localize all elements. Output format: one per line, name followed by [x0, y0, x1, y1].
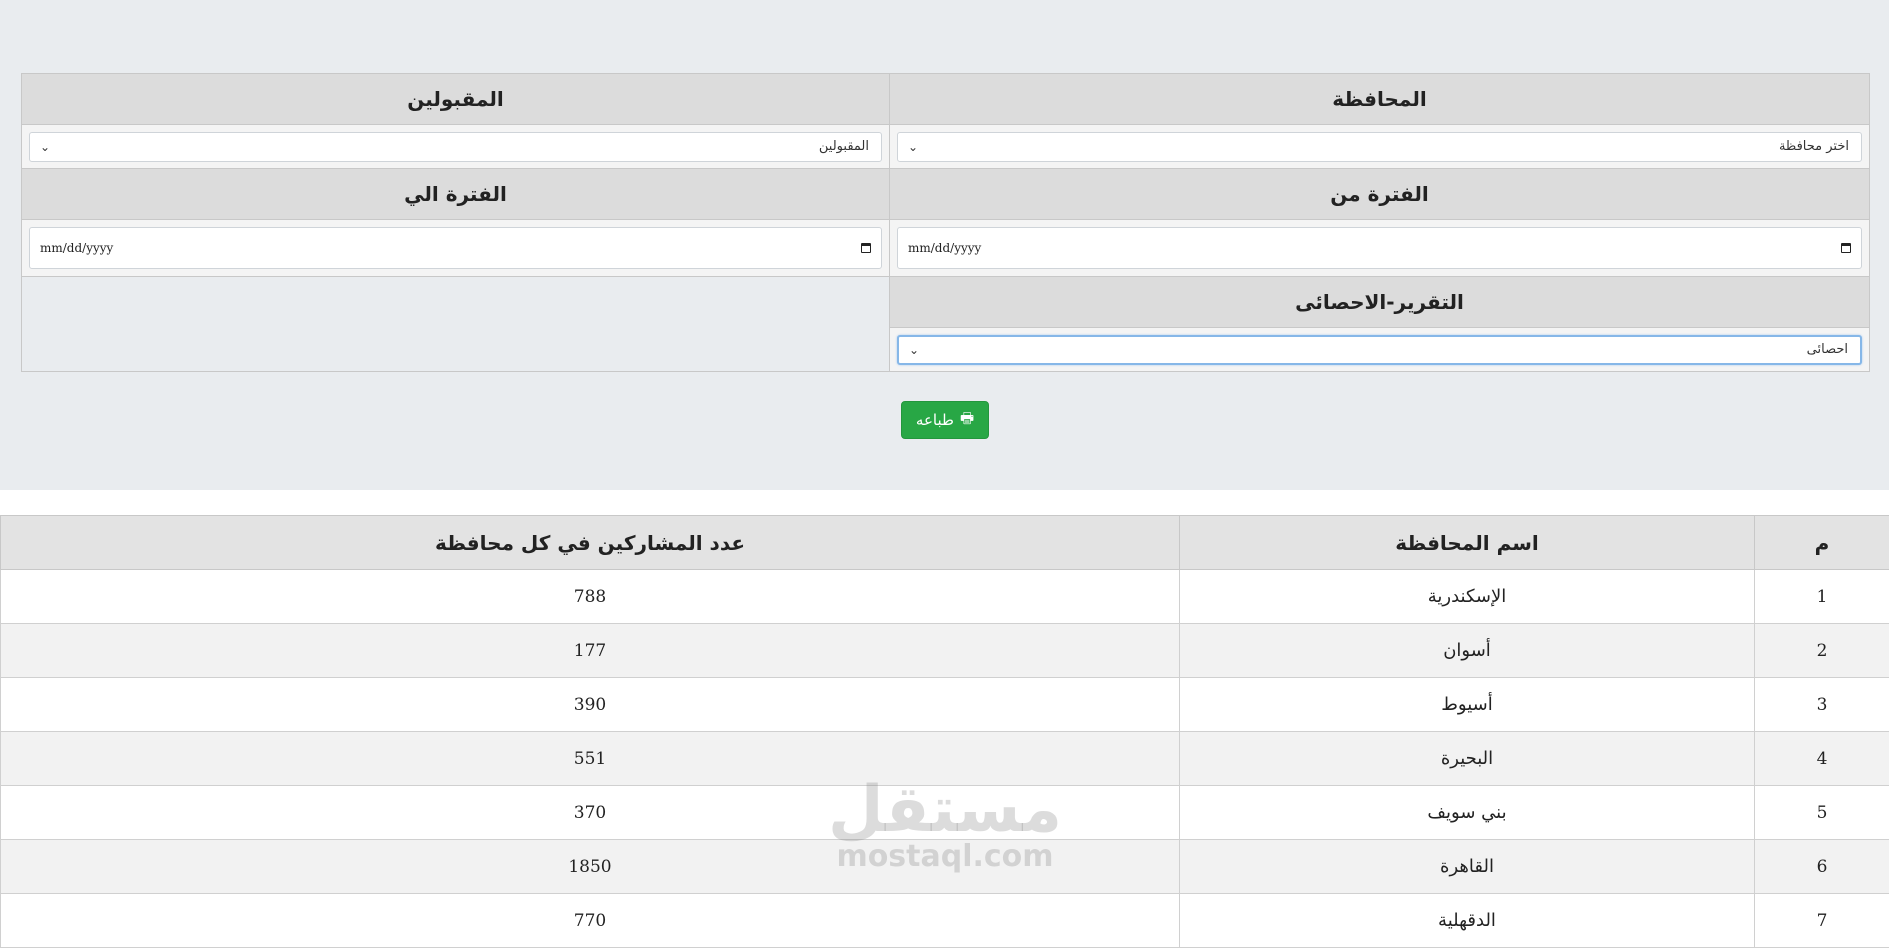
column-header-count: عدد المشاركين في كل محافظة [1, 516, 1180, 570]
row-index: 7 [1755, 894, 1889, 948]
row-count: 788 [1, 570, 1180, 624]
report-type-select[interactable]: احصائى ⌄ [897, 335, 1862, 365]
governorate-label: المحافظة [890, 74, 1870, 125]
governorate-select-value: اختر محافظة [1779, 139, 1849, 154]
report-label: التقرير-الاحصائى [890, 277, 1870, 328]
row-governorate: أسوان [1180, 624, 1755, 678]
row-count: 1850 [1, 840, 1180, 894]
calendar-icon[interactable] [1841, 243, 1851, 253]
period-to-label: الفترة الي [22, 169, 890, 220]
row-governorate: الدقهلية [1180, 894, 1755, 948]
row-index: 3 [1755, 678, 1889, 732]
row-index: 4 [1755, 732, 1889, 786]
date-placeholder: mm/dd/yyyy [40, 241, 113, 255]
table-row: 6 القاهرة 1850 [1, 840, 1889, 894]
row-governorate: البحيرة [1180, 732, 1755, 786]
row-index: 5 [1755, 786, 1889, 840]
accepted-select-value: المقبولين [819, 139, 869, 154]
chevron-down-icon: ⌄ [40, 140, 50, 154]
table-row: 2 أسوان 177 [1, 624, 1889, 678]
period-from-label: الفترة من [890, 169, 1870, 220]
row-count: 390 [1, 678, 1180, 732]
empty-cell [22, 277, 890, 372]
chevron-down-icon: ⌄ [908, 140, 918, 154]
print-button-label: طباعه [916, 411, 954, 429]
row-governorate: أسيوط [1180, 678, 1755, 732]
table-row: 1 الإسكندرية 788 [1, 570, 1889, 624]
chevron-down-icon: ⌄ [909, 343, 919, 357]
row-count: 177 [1, 624, 1180, 678]
row-count: 770 [1, 894, 1180, 948]
column-header-index: م [1755, 516, 1889, 570]
row-index: 2 [1755, 624, 1889, 678]
governorate-select[interactable]: اختر محافظة ⌄ [897, 132, 1862, 162]
print-button[interactable]: 🖶 طباعه [901, 401, 989, 439]
row-count: 370 [1, 786, 1180, 840]
filter-panel: المحافظة المقبولين اختر محافظة ⌄ المقبول… [0, 0, 1889, 490]
row-index: 6 [1755, 840, 1889, 894]
results-table: م اسم المحافظة عدد المشاركين في كل محافظ… [0, 515, 1889, 948]
table-row: 7 الدقهلية 770 [1, 894, 1889, 948]
accepted-label: المقبولين [22, 74, 890, 125]
calendar-icon[interactable] [861, 243, 871, 253]
row-governorate: بني سويف [1180, 786, 1755, 840]
row-index: 1 [1755, 570, 1889, 624]
filter-form: المحافظة المقبولين اختر محافظة ⌄ المقبول… [21, 73, 1870, 372]
row-count: 551 [1, 732, 1180, 786]
table-row: 3 أسيوط 390 [1, 678, 1889, 732]
period-from-date-input[interactable]: mm/dd/yyyy [897, 227, 1862, 269]
accepted-select[interactable]: المقبولين ⌄ [29, 132, 882, 162]
date-placeholder: mm/dd/yyyy [908, 241, 981, 255]
row-governorate: الإسكندرية [1180, 570, 1755, 624]
period-to-date-input[interactable]: mm/dd/yyyy [29, 227, 882, 269]
table-row: 4 البحيرة 551 [1, 732, 1889, 786]
report-type-value: احصائى [1807, 342, 1848, 357]
table-row: 5 بني سويف 370 [1, 786, 1889, 840]
print-icon: 🖶 [960, 408, 974, 433]
column-header-governorate: اسم المحافظة [1180, 516, 1755, 570]
row-governorate: القاهرة [1180, 840, 1755, 894]
